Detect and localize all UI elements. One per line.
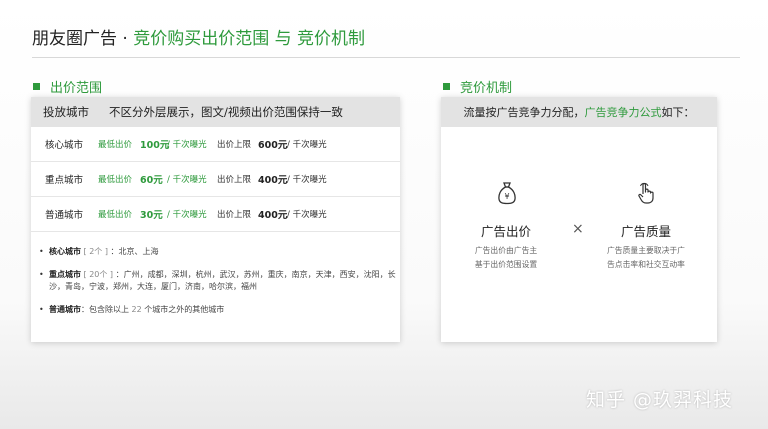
note-text: 重点城市 [ 20个 ] ：广州，成都，深圳，杭州，武汉，苏州，重庆，南京，天津… — [49, 269, 399, 293]
title-prefix: 朋友圈广告 · — [32, 29, 134, 49]
note-key: 普通城市 — [49, 305, 81, 314]
min-bid-unit: / 千次曝光 — [167, 210, 207, 220]
city-notes: • 核心城市 [ 2个 ] ：北京、上海 • 重点城市 [ 20个 ] ：广州，… — [31, 232, 400, 316]
bullet-icon: • — [39, 247, 44, 256]
max-bid-label: 出价上限 — [217, 210, 252, 220]
bidding-mechanism-card: 流量按广告竞争力分配， 广告竞争力公式 如下： ¥ 广告出价 × 广告质量 广告出价… — [441, 97, 717, 342]
max-bid-unit: / 千次曝光 — [287, 140, 327, 150]
bullet-icon: • — [39, 270, 44, 279]
title-highlight: 竞价购买出价范围 与 竞价机制 — [133, 29, 366, 49]
factor-bid-desc-line1: 广告出价由广告主 — [474, 246, 538, 255]
svg-text:¥: ¥ — [504, 192, 509, 201]
note-count: [ 20个 ] — [81, 270, 116, 279]
title-divider — [32, 57, 740, 58]
watermark: 知乎 @玖羿科技 — [586, 389, 734, 411]
multiply-operator: × — [572, 221, 584, 237]
min-bid-value: 60元 — [140, 175, 163, 186]
note-text: 普通城市：包含除以上 22 个城市之外的其他城市 — [49, 304, 399, 316]
max-bid-value: 400元 — [258, 175, 288, 186]
max-bid-label: 出价上限 — [217, 140, 252, 150]
header-description: 不区分外层展示，图文/视频出价范围保持一致 — [109, 105, 343, 119]
note-number: 22 — [131, 305, 142, 314]
formula-pre: 流量按广告竞争力分配， — [463, 106, 585, 119]
min-bid-value: 100元 — [140, 140, 170, 151]
bidding-mechanism-heading-text: 竞价机制 — [460, 81, 513, 96]
list-item: • 普通城市：包含除以上 22 个城市之外的其他城市 — [39, 304, 400, 316]
list-item: • 重点城市 [ 20个 ] ：广州，成都，深圳，杭州，武汉，苏州，重庆，南京，… — [39, 269, 400, 293]
note-text: 核心城市 [ 2个 ] ：北京、上海 — [49, 246, 399, 258]
min-bid-label: 最低出价 — [98, 175, 133, 185]
factor-quality-title: 广告质量 — [620, 224, 671, 239]
square-bullet-icon — [443, 83, 450, 90]
formula-highlight: 广告竞争力公式 — [584, 106, 662, 119]
max-bid-unit: / 千次曝光 — [287, 175, 327, 185]
note-key: 核心城市 — [49, 247, 81, 256]
table-row: 普通城市 最低出价 30元 / 千次曝光 出价上限 400元 / 千次曝光 — [31, 197, 400, 232]
table-row: 核心城市 最低出价 100元 / 千次曝光 出价上限 600元 / 千次曝光 — [31, 127, 400, 162]
note-key: 重点城市 — [49, 270, 81, 279]
page-title: 朋友圈广告 · 竞价购买出价范围 与 竞价机制 — [32, 24, 365, 49]
factor-quality-desc-line1: 广告质量主要取决于广 — [607, 246, 685, 255]
max-bid-label: 出价上限 — [217, 175, 252, 185]
bid-range-table-header: 投放城市 不区分外层展示，图文/视频出价范围保持一致 — [31, 97, 400, 127]
note-body: ：北京、上海 — [110, 247, 159, 256]
factor-bid-desc: 广告出价由广告主 基于出价范围设置 — [456, 244, 556, 272]
formula-header: 流量按广告竞争力分配， 广告竞争力公式 如下： — [441, 97, 717, 127]
bid-range-card: 投放城市 不区分外层展示，图文/视频出价范围保持一致 核心城市 最低出价 100… — [31, 97, 400, 342]
note-prefix: ：包含除以上 — [81, 305, 132, 314]
bid-range-heading-text: 出价范围 — [50, 81, 103, 96]
money-bag-icon: ¥ — [497, 181, 517, 205]
formula-post: 如下： — [661, 106, 695, 119]
min-bid-value: 30元 — [140, 210, 163, 221]
list-item: • 核心城市 [ 2个 ] ：北京、上海 — [39, 246, 400, 258]
bid-range-heading: 出价范围 — [33, 77, 102, 96]
note-count: [ 2个 ] — [81, 247, 111, 256]
square-bullet-icon — [33, 83, 40, 90]
bullet-icon: • — [39, 305, 44, 314]
min-bid-unit: / 千次曝光 — [167, 140, 207, 150]
row-city: 核心城市 — [45, 140, 84, 151]
factor-quality-desc-line2: 告点击率和社交互动率 — [607, 260, 685, 269]
max-bid-value: 600元 — [258, 140, 288, 151]
note-suffix: 个城市之外的其他城市 — [141, 305, 225, 314]
max-bid-unit: / 千次曝光 — [287, 210, 327, 220]
min-bid-label: 最低出价 — [98, 210, 133, 220]
header-city-label: 投放城市 — [43, 105, 89, 119]
table-row: 重点城市 最低出价 60元 / 千次曝光 出价上限 400元 / 千次曝光 — [31, 162, 400, 197]
factor-quality-desc: 广告质量主要取决于广 告点击率和社交互动率 — [596, 244, 696, 272]
row-city: 重点城市 — [45, 175, 84, 186]
pointer-hand-icon — [636, 181, 656, 205]
factor-bid-desc-line2: 基于出价范围设置 — [474, 260, 538, 269]
max-bid-value: 400元 — [258, 210, 288, 221]
min-bid-unit: / 千次曝光 — [167, 175, 207, 185]
bidding-mechanism-heading: 竞价机制 — [443, 77, 512, 96]
factor-bid-title: 广告出价 — [480, 224, 531, 239]
row-city: 普通城市 — [45, 210, 84, 221]
min-bid-label: 最低出价 — [98, 140, 133, 150]
